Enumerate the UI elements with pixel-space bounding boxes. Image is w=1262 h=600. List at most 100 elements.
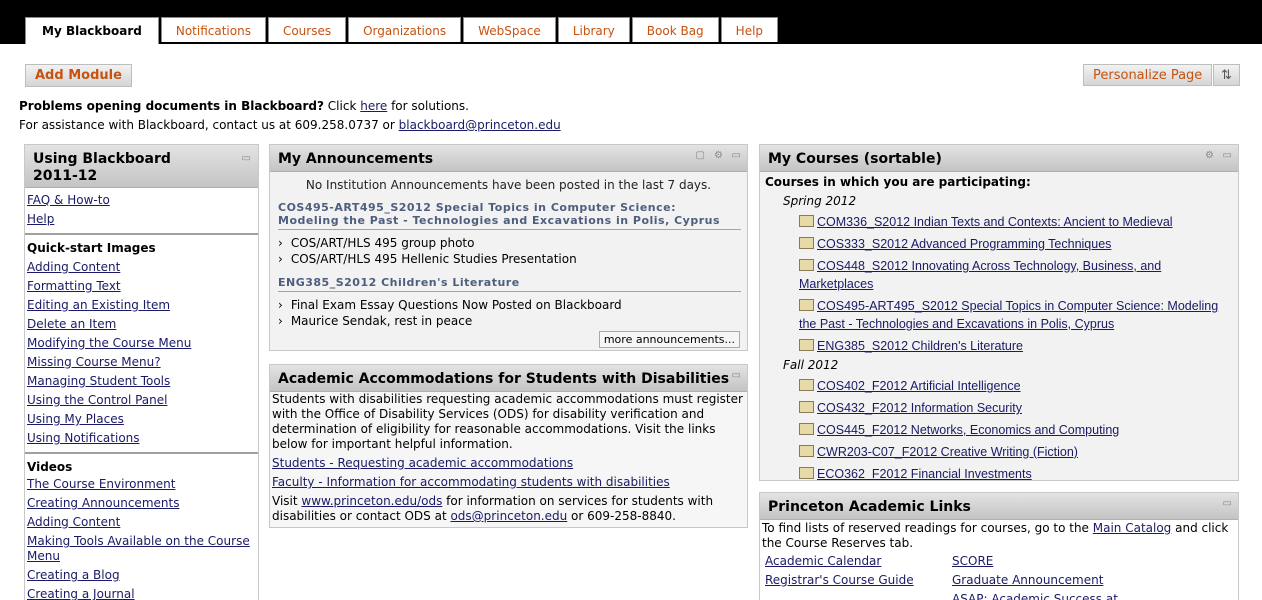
course-item: ECO362_F2012 Financial Investments: [799, 465, 1238, 480]
course-link[interactable]: COS402_F2012 Artificial Intelligence: [817, 379, 1021, 393]
minimize-icon[interactable]: ▭: [732, 150, 741, 161]
course-link[interactable]: COM336_S2012 Indian Texts and Contexts: …: [817, 215, 1173, 229]
no-announcements-text: No Institution Announcements have been p…: [305, 178, 712, 192]
announcements-module: My Announcements ▢ ⚙ ▭ No Institution An…: [269, 144, 748, 351]
tab-organizations[interactable]: Organizations: [348, 17, 462, 42]
module-header: My Courses (sortable) ⚙ ▭: [760, 145, 1238, 172]
minimize-icon[interactable]: ▭: [732, 370, 741, 381]
quick-link-using-my-places[interactable]: Using My Places: [27, 410, 258, 429]
using-blackboard-module: Using Blackboard 2011-12 ▭ FAQ & How-to H…: [24, 144, 259, 600]
course-book-icon: [799, 215, 814, 227]
course-item: ENG385_S2012 Children's Literature: [799, 337, 1238, 355]
video-link-the-course-environment[interactable]: The Course Environment: [27, 477, 258, 492]
video-link-creating-a-blog[interactable]: Creating a Blog: [27, 568, 258, 583]
course-link[interactable]: COS495-ART495_S2012 Special Topics in Co…: [799, 299, 1218, 331]
gear-icon[interactable]: ⚙: [1205, 150, 1214, 161]
academic-link-graduate-announcement[interactable]: Graduate Announcement: [952, 573, 1202, 588]
reserves-text: To find lists of reserved readings for c…: [762, 521, 1236, 551]
minimize-icon[interactable]: ▭: [1223, 150, 1232, 161]
help-link-help[interactable]: Help: [27, 210, 258, 229]
quick-link-using-the-control-panel[interactable]: Using the Control Panel: [27, 391, 258, 410]
video-link-creating-announcements[interactable]: Creating Announcements: [27, 496, 258, 511]
maximize-icon[interactable]: ▢: [696, 150, 705, 161]
module-body: FAQ & How-to Help Quick-start Images Adding…: [25, 188, 258, 600]
course-link[interactable]: COS448_S2012 Innovating Across Technolog…: [799, 259, 1161, 291]
announcement-item[interactable]: COS/ART/HLS 495 Hellenic Studies Present…: [278, 251, 747, 267]
course-book-icon: [799, 379, 814, 391]
personalize-page-button[interactable]: Personalize Page: [1083, 64, 1213, 86]
tab-courses[interactable]: Courses: [267, 17, 347, 42]
quick-link-editing-an-existing-item[interactable]: Editing an Existing Item: [27, 296, 258, 315]
course-link[interactable]: COS333_S2012 Advanced Programming Techni…: [817, 237, 1111, 251]
announcement-item[interactable]: Final Exam Essay Questions Now Posted on…: [278, 297, 747, 313]
announcement-course-heading[interactable]: COS495-ART495_S2012 Special Topics in Co…: [278, 201, 741, 230]
tab-book-bag[interactable]: Book Bag: [631, 17, 719, 42]
tab-strip: My Blackboard Notifications Courses Organiz…: [25, 17, 779, 44]
module-body: Students with disabilities requesting ac…: [270, 392, 747, 524]
course-book-icon: [799, 445, 814, 457]
quick-link-missing-course-menu[interactable]: Missing Course Menu?: [27, 353, 258, 372]
course-item: COS432_F2012 Information Security: [799, 399, 1238, 417]
students-accommodations-link[interactable]: Students - Requesting academic accommoda…: [272, 456, 745, 471]
tab-library[interactable]: Library: [557, 17, 630, 42]
quick-link-modifying-the-course-menu[interactable]: Modifying the Course Menu: [27, 334, 258, 353]
course-book-icon: [799, 259, 814, 271]
course-link[interactable]: ENG385_S2012 Children's Literature: [817, 339, 1023, 353]
academic-link-registrar-s-course-guide[interactable]: Registrar's Course Guide: [765, 573, 952, 588]
solutions-text: for solutions.: [387, 99, 469, 113]
accommodations-module: Academic Accommodations for Students wit…: [269, 364, 748, 528]
course-book-icon: [799, 423, 814, 435]
help-link-faq-how-to[interactable]: FAQ & How-to: [27, 191, 258, 210]
accommodations-text: Students with disabilities requesting ac…: [272, 392, 743, 451]
section-divider: [25, 233, 258, 235]
here-link[interactable]: here: [360, 99, 387, 113]
reorder-modules-icon[interactable]: ⇅: [1213, 64, 1240, 86]
ods-contact-text: Visit www.princeton.edu/ods for informat…: [272, 494, 745, 524]
announcement-item[interactable]: COS/ART/HLS 495 group photo: [278, 235, 747, 251]
academic-link-academic-calendar[interactable]: Academic Calendar: [765, 554, 952, 569]
announcement-course-heading[interactable]: ENG385_S2012 Children's Literature: [278, 276, 741, 292]
main-catalog-link[interactable]: Main Catalog: [1093, 521, 1172, 535]
minimize-icon[interactable]: ▭: [1223, 498, 1232, 509]
academic-link-asap-academic-success-at[interactable]: ASAP: Academic Success at: [952, 592, 1202, 600]
tab-notifications[interactable]: Notifications: [160, 17, 266, 42]
quick-link-formatting-text[interactable]: Formatting Text: [27, 277, 258, 296]
video-link-adding-content[interactable]: Adding Content: [27, 515, 258, 530]
more-announcements-button[interactable]: more announcements...: [598, 331, 740, 348]
faculty-accommodations-link[interactable]: Faculty - Information for accommodating …: [272, 475, 745, 490]
tab-webspace[interactable]: WebSpace: [463, 17, 556, 42]
quick-link-using-notifications[interactable]: Using Notifications: [27, 429, 258, 448]
problems-text: Problems opening documents in Blackboard…: [19, 99, 324, 113]
quick-link-delete-an-item[interactable]: Delete an Item: [27, 315, 258, 334]
support-email-link[interactable]: blackboard@princeton.edu: [399, 118, 561, 132]
course-item: COS333_S2012 Advanced Programming Techni…: [799, 235, 1238, 253]
module-title: My Announcements: [278, 151, 434, 167]
academic-link-score[interactable]: SCORE: [952, 554, 1202, 569]
reserves-text-a: To find lists of reserved readings for c…: [762, 521, 1093, 535]
minimize-icon[interactable]: ▭: [242, 150, 251, 167]
video-link-creating-a-journal[interactable]: Creating a Journal: [27, 587, 258, 600]
tab-my-blackboard[interactable]: My Blackboard: [25, 17, 159, 44]
course-book-icon: [799, 339, 814, 351]
quick-start-heading: Quick-start Images: [27, 241, 156, 255]
visit-text: Visit: [272, 494, 302, 508]
course-item: COS495-ART495_S2012 Special Topics in Co…: [799, 297, 1238, 333]
term-heading: Spring 2012: [783, 194, 857, 208]
announcement-item[interactable]: Maurice Sendak, rest in peace: [278, 313, 747, 329]
quick-link-adding-content[interactable]: Adding Content: [27, 258, 258, 277]
click-text: Click: [323, 99, 361, 113]
announcement-list: Final Exam Essay Questions Now Posted on…: [270, 297, 747, 329]
course-link[interactable]: COS432_F2012 Information Security: [817, 401, 1022, 415]
gear-icon[interactable]: ⚙: [714, 150, 723, 161]
ods-email-link[interactable]: ods@princeton.edu: [450, 509, 567, 523]
add-module-button[interactable]: Add Module: [25, 64, 132, 87]
ods-url-link[interactable]: www.princeton.edu/ods: [301, 494, 442, 508]
tab-help[interactable]: Help: [720, 17, 779, 42]
course-item: COS448_S2012 Innovating Across Technolog…: [799, 257, 1238, 293]
videos-heading: Videos: [27, 460, 73, 474]
course-link[interactable]: CWR203-C07_F2012 Creative Writing (Ficti…: [817, 445, 1078, 459]
course-link[interactable]: ECO362_F2012 Financial Investments: [817, 467, 1032, 480]
course-link[interactable]: COS445_F2012 Networks, Economics and Com…: [817, 423, 1119, 437]
video-link-making-tools-available-on-the-course-men[interactable]: Making Tools Available on the Course Men…: [27, 534, 258, 564]
quick-link-managing-student-tools[interactable]: Managing Student Tools: [27, 372, 258, 391]
